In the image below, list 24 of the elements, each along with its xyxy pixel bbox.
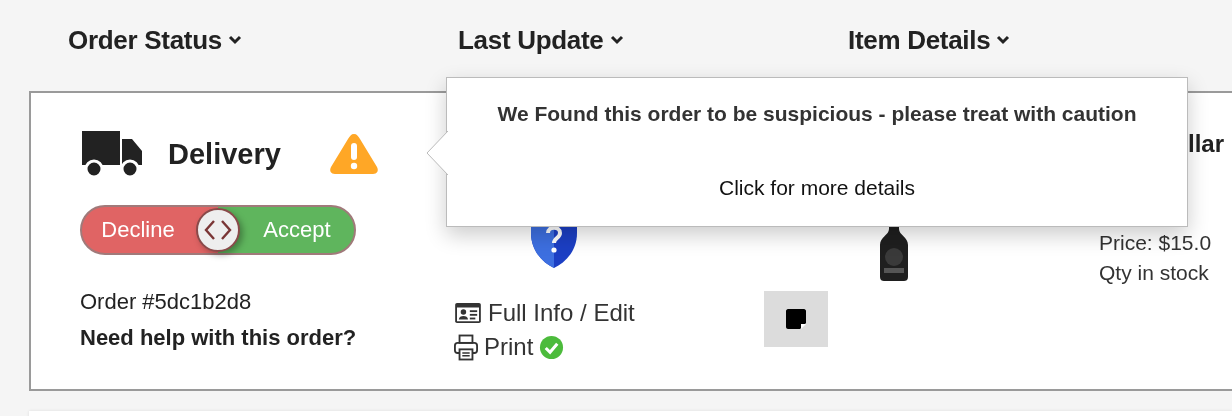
popover-title: We Found this order to be suspicious - please treat with caution [497,102,1137,126]
details-link[interactable]: Click for more details [718,176,916,200]
full-info-link[interactable]: Full Info / Edit [454,299,635,327]
column-sort-header[interactable]: Item Details [848,22,1011,58]
column-sort-header[interactable]: Last Update [458,22,624,58]
item-name: llar [1188,129,1225,159]
truck-icon [80,129,144,179]
printer-icon [454,333,478,361]
item-price: Price: $15.0 [1099,231,1212,255]
sticky-note-icon [784,307,808,331]
slider-thumb[interactable] [195,207,241,253]
chevron-down-icon [609,35,624,45]
decline-label: Decline [100,217,176,243]
id-card-icon [454,302,482,324]
note-button[interactable] [764,291,828,347]
accept-label: Accept [262,217,332,243]
help-link[interactable]: Need help with this order? [80,325,357,351]
chevron-down-icon [996,35,1011,45]
print-link[interactable]: Print [454,333,534,361]
order-number: Order #5dc1b2d8 [80,289,252,315]
order-type: Delivery [168,137,282,171]
chevron-down-icon [227,35,242,45]
stock-quantity: Qty in stock [1099,261,1209,285]
column-sort-header[interactable]: Order Status [68,22,242,58]
